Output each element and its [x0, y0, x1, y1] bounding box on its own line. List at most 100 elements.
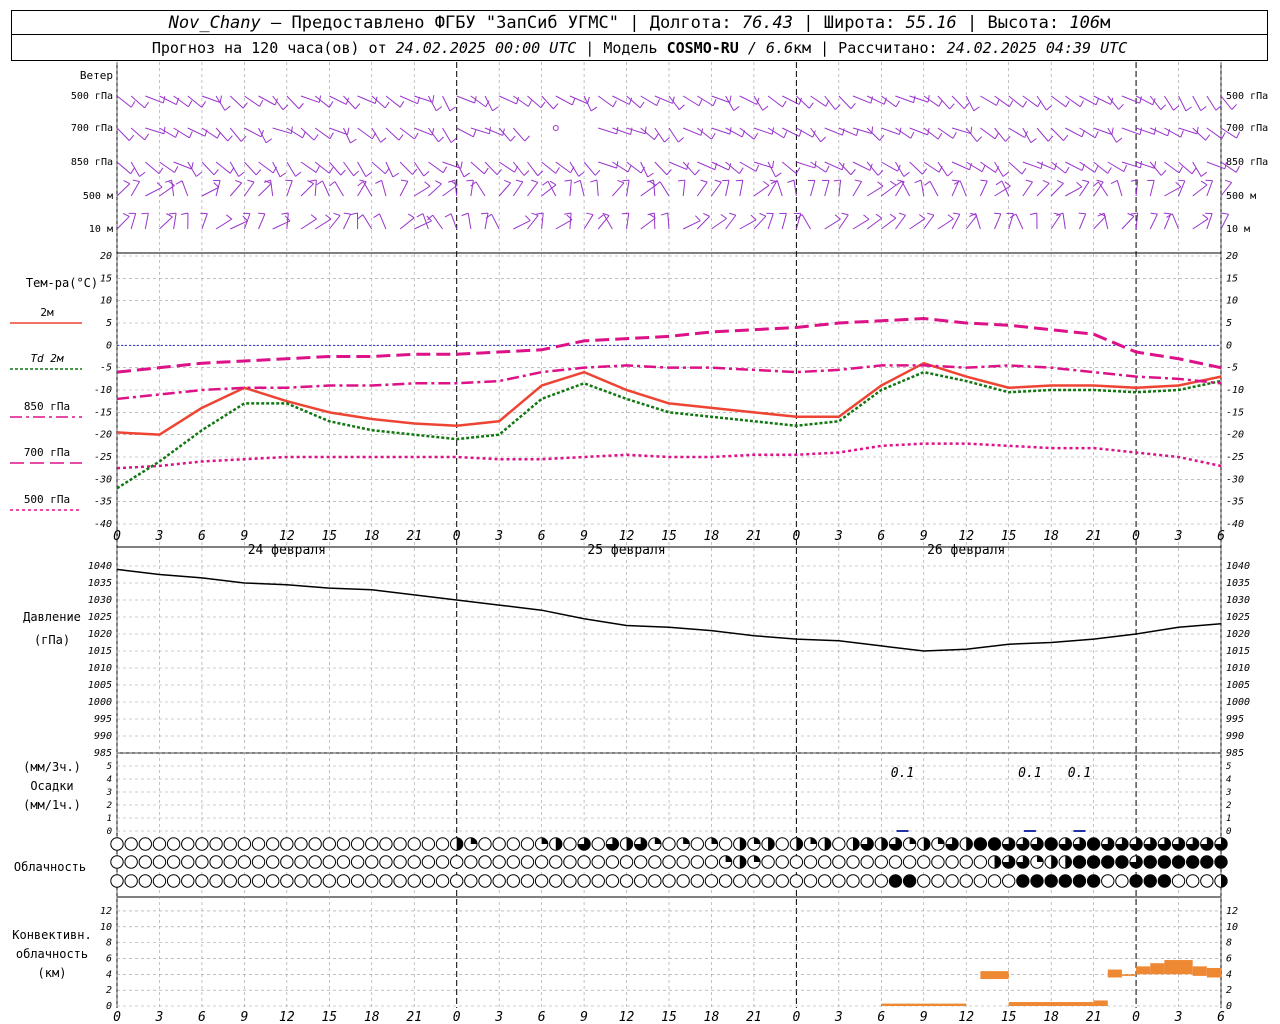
wind-barb-feather: [542, 180, 549, 186]
wind-barb: [711, 181, 722, 197]
wind-barb-feather: [347, 127, 350, 135]
wind-barb: [654, 127, 665, 143]
wind-barb: [541, 213, 544, 230]
wind-barb: [215, 127, 229, 142]
wind-barb: [244, 95, 260, 107]
wind-barb-feather: [1056, 179, 1064, 184]
cloud-circle: [973, 874, 988, 888]
wind-barb: [229, 127, 242, 142]
cloud-circle: [492, 855, 506, 869]
wind-barb-feather: [123, 180, 131, 185]
cloud-circle: [223, 855, 237, 869]
wind-barb: [130, 181, 141, 197]
cloud-circle: [747, 874, 761, 888]
wind-barb-feather: [234, 179, 242, 184]
cloud-circle: [421, 837, 436, 851]
wind-barb: [810, 127, 822, 143]
temp-y-tick-right: -20: [1226, 430, 1244, 441]
pressure-y-tick-right: 990: [1226, 731, 1244, 742]
cloud-circle: [379, 855, 393, 869]
wind-barb-feather: [1150, 212, 1158, 215]
cloud-circle: [237, 837, 252, 851]
cloud-fill-full: [1087, 855, 1100, 869]
temp-y-tick-left: -40: [94, 519, 112, 530]
wind-barb: [1178, 180, 1186, 197]
wind-barb: [527, 182, 539, 197]
wind-barb-feather: [309, 179, 317, 182]
wind-barb-feather: [525, 215, 531, 221]
wind-barb: [258, 161, 274, 174]
pressure-y-tick-right: 1005: [1226, 680, 1250, 691]
cloud-fill-partial: [555, 837, 562, 851]
wind-barb-feather: [598, 214, 605, 220]
wind-barb: [385, 95, 401, 108]
wind-barb-feather: [279, 172, 287, 178]
cloud-circle: [464, 855, 478, 869]
wind-barb: [994, 127, 1006, 142]
wind-barb-feather: [466, 179, 474, 182]
wind-barb-feather: [647, 172, 654, 178]
cloud-circle: [407, 874, 421, 888]
cloud-fill-partial: [1037, 855, 1044, 862]
wind-barb-feather: [162, 96, 166, 104]
temp-title: Тем-ра(°С): [26, 276, 98, 290]
cloud-circle: [1115, 874, 1129, 888]
wind-barb: [428, 183, 442, 197]
wind-barb-feather: [1042, 179, 1050, 184]
wind-barb-feather: [772, 160, 775, 168]
wind-barb-feather: [952, 212, 960, 215]
precip-y-tick-left: 0: [107, 827, 112, 837]
wind-barb-feather: [711, 133, 716, 140]
wind-barb: [824, 218, 841, 230]
wind-barb-feather: [373, 213, 380, 218]
wind-barb-feather: [460, 161, 463, 169]
wind-barb-feather: [523, 170, 530, 176]
cloud-circle: [619, 855, 634, 869]
x-tick-label-bottom: 15: [661, 1010, 677, 1024]
x-tick-label-bottom: 3: [1174, 1010, 1183, 1024]
x-tick-label-top: 3: [1174, 529, 1183, 544]
cloud-circle: [449, 874, 464, 888]
wind-barb-feather: [820, 136, 827, 143]
cloud-fill-partial: [923, 837, 930, 851]
wind-barb-feather: [255, 169, 262, 176]
wind-barb: [852, 95, 872, 104]
wind-level-label-right: 500 гПа: [1226, 91, 1268, 102]
precip-title: (мм/1ч.): [23, 798, 81, 812]
temp-y-tick-right: 5: [1226, 318, 1232, 329]
wind-barb: [697, 161, 716, 171]
wind-barb-feather: [738, 167, 744, 174]
wind-barb: [909, 218, 926, 230]
wind-barb: [385, 127, 400, 141]
wind-barb-feather: [996, 98, 1000, 106]
wind-barb-feather: [1025, 179, 1033, 183]
wind-barb: [767, 213, 774, 230]
cloud-circle: [846, 855, 860, 869]
wind-barb-feather: [282, 104, 289, 111]
wind-barb-feather: [225, 214, 233, 220]
wind-barb: [1008, 127, 1025, 139]
wind-barb: [1065, 186, 1083, 197]
wind-barb-feather: [1140, 160, 1143, 168]
x-tick-label-bottom: 0: [792, 1010, 800, 1024]
wind-barb: [1036, 127, 1049, 142]
wind-barb-feather: [1095, 98, 1100, 105]
wind-barb-feather: [949, 103, 955, 110]
wind-barb-feather: [729, 95, 732, 103]
wind-barb-feather: [298, 103, 304, 110]
x-tick-label-top: 0: [453, 529, 461, 544]
wind-barb-feather: [485, 213, 492, 219]
wind-barb: [923, 161, 940, 173]
wind-barb: [739, 127, 755, 140]
cloud-fill-partial: [654, 837, 662, 844]
wind-barb: [399, 161, 413, 175]
cloud-circle: [223, 837, 237, 851]
cloud-circle: [520, 855, 535, 869]
wind-barb-feather: [340, 169, 346, 176]
wind-barb-feather: [854, 179, 862, 183]
wind-barb-feather: [993, 212, 1001, 215]
cloud-circle: [817, 874, 832, 888]
wind-barb-feather: [889, 180, 897, 186]
cloud-fill-partial: [881, 837, 888, 851]
cloud-circle: [549, 874, 563, 888]
